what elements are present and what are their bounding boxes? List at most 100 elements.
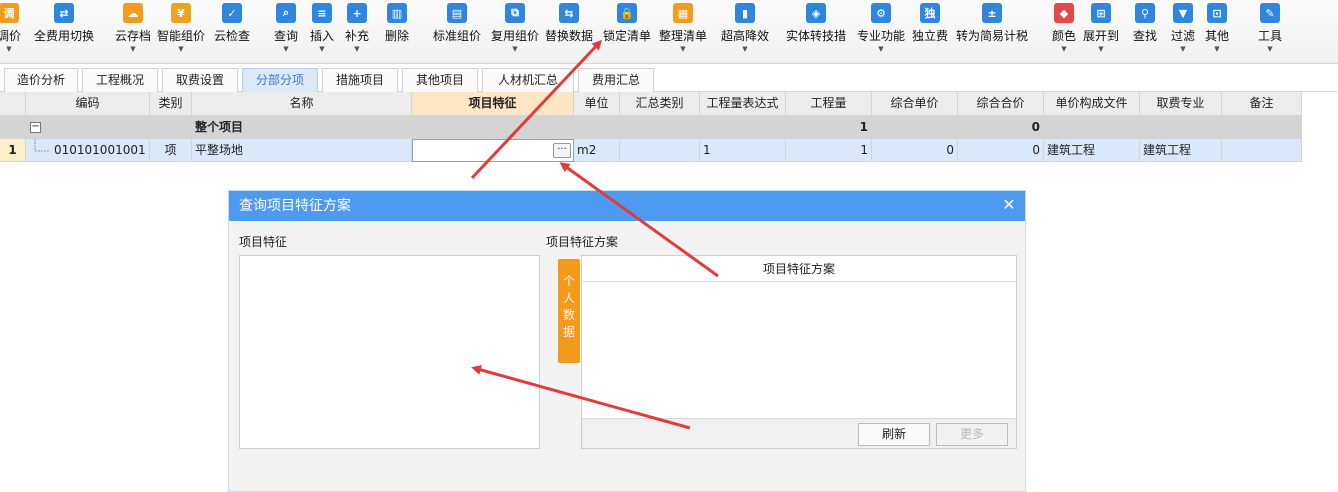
toolbar-button-other[interactable]: ⊡ 其他 ▼ (1202, 0, 1232, 62)
more-button[interactable]: 更多 (936, 423, 1008, 446)
chevron-down-icon[interactable]: ▼ (1180, 45, 1185, 53)
col-header-total-price[interactable]: 综合合价 (958, 92, 1044, 116)
toolbar-button-standard-pricing[interactable]: ▤ 标准组价 (430, 0, 484, 62)
cell-note[interactable] (1222, 139, 1302, 162)
toolbar-button-entity-convert[interactable]: ◈ 实体转技措 (784, 0, 848, 62)
chevron-down-icon[interactable]: ▼ (680, 45, 685, 53)
toolbar-button-expand-to[interactable]: ⊞ 展开到 ▼ (1080, 0, 1122, 62)
cell-category[interactable] (150, 116, 192, 139)
cell-note[interactable] (1222, 116, 1302, 139)
chevron-down-icon[interactable]: ▼ (283, 45, 288, 53)
collapse-icon[interactable]: − (30, 122, 41, 133)
cell-category[interactable]: 项 (150, 139, 192, 162)
cell-expression[interactable] (700, 116, 786, 139)
cell-name[interactable]: 整个项目 (192, 116, 412, 139)
cell-feature[interactable] (412, 116, 574, 139)
close-icon[interactable]: ✕ (1001, 197, 1017, 213)
col-header-code[interactable]: 编码 (26, 92, 150, 116)
cell-quantity[interactable]: 1 (786, 116, 872, 139)
toolbar-label: 其他 (1204, 29, 1229, 43)
chevron-down-icon[interactable]: ▼ (319, 45, 324, 53)
col-header-summary-category[interactable]: 汇总类别 (620, 92, 700, 116)
toolbar-label: 云检查 (213, 29, 250, 43)
cell-name[interactable]: 平整场地 (192, 139, 412, 162)
tab-fee-settings[interactable]: 取费设置 (162, 68, 238, 92)
col-header-note[interactable]: 备注 (1222, 92, 1302, 116)
tab-fee-summary[interactable]: 费用汇总 (578, 68, 654, 92)
toolbar-button-professional-function[interactable]: ⚙ 专业功能 ▼ (854, 0, 908, 62)
cell-fee-major[interactable]: 建筑工程 (1140, 139, 1222, 162)
chevron-down-icon[interactable]: ▼ (1061, 45, 1066, 53)
cell-quantity[interactable]: 1 (786, 139, 872, 162)
chevron-down-icon[interactable]: ▼ (742, 45, 747, 53)
toolbar-button-delete[interactable]: ▥ 删除 (380, 0, 414, 62)
col-header-fee-major[interactable]: 取费专业 (1140, 92, 1222, 116)
cell-summary[interactable] (620, 116, 700, 139)
chevron-down-icon[interactable]: ▼ (878, 45, 883, 53)
toolbar-button-cloud-check[interactable]: ✓ 云检查 (210, 0, 254, 62)
cell-price-file[interactable] (1044, 116, 1140, 139)
table-row[interactable]: − (26, 116, 150, 139)
cell-unit-price[interactable]: 0 (872, 139, 958, 162)
toolbar-button-replace-data[interactable]: ⇆ 替换数据 (542, 0, 596, 62)
cell-unit-price[interactable] (872, 116, 958, 139)
personal-data-tab[interactable]: 个人数据 (558, 259, 580, 363)
tab-cost-analysis[interactable]: 造价分析 (4, 68, 78, 92)
feature-edit-cell[interactable]: ··· (412, 139, 574, 162)
cell-price-file[interactable]: 建筑工程 (1044, 139, 1140, 162)
col-header-price-composition[interactable]: 单价构成文件 (1044, 92, 1140, 116)
toolbar-button-independent-fee[interactable]: 独独立费 (910, 0, 950, 62)
toolbar-button-supplement[interactable]: + 补充 ▼ (340, 0, 374, 62)
refresh-button[interactable]: 刷新 (858, 423, 930, 446)
tab-labor-material-summary[interactable]: 人材机汇总 (482, 68, 574, 92)
cell-total-price[interactable]: 0 (958, 139, 1044, 162)
toolbar-button-filter[interactable]: ▼ 过滤 ▼ (1168, 0, 1198, 62)
tab-measure-items[interactable]: 措施项目 (322, 68, 398, 92)
toolbar-button-insert[interactable]: ≡ 插入 ▼ (306, 0, 338, 62)
chevron-down-icon[interactable]: ▼ (1267, 45, 1272, 53)
scheme-list-footer: 刷新 更多 (582, 418, 1016, 448)
toolbar-label: 替换数据 (544, 29, 593, 43)
toolbar-button-lock-list[interactable]: 🔒 锁定清单 (600, 0, 654, 62)
chevron-down-icon[interactable]: ▼ (130, 45, 135, 53)
chevron-down-icon[interactable]: ▼ (6, 45, 11, 53)
toolbar-button-organize-list[interactable]: ▦ 整理清单 ▼ (656, 0, 710, 62)
col-header-category[interactable]: 类别 (150, 92, 192, 116)
tab-project-overview[interactable]: 工程概况 (82, 68, 158, 92)
toolbar-button-tools[interactable]: ✎ 工具 ▼ (1254, 0, 1286, 62)
chevron-down-icon[interactable]: ▼ (354, 45, 359, 53)
row-number[interactable] (0, 116, 26, 139)
cell-summary[interactable] (620, 139, 700, 162)
col-header-quantity-expression[interactable]: 工程量表达式 (700, 92, 786, 116)
feature-text-area[interactable] (239, 255, 540, 449)
col-header-unit[interactable]: 单位 (574, 92, 620, 116)
cell-expression[interactable]: 1 (700, 139, 786, 162)
toolbar-button-adjust-price[interactable]: 调调价 ▼ (0, 0, 24, 62)
toolbar-button-super-high[interactable]: ▮ 超高降效 ▼ (718, 0, 772, 62)
toolbar-button-cloud-archive[interactable]: ☁ 云存档 ▼ (112, 0, 154, 62)
col-header-quantity[interactable]: 工程量 (786, 92, 872, 116)
chevron-down-icon[interactable]: ▼ (512, 45, 517, 53)
toolbar-button-smart-pricing[interactable]: ¥ 智能组价 ▼ (154, 0, 208, 62)
chevron-down-icon[interactable]: ▼ (178, 45, 183, 53)
toolbar-button-color[interactable]: ◆ 颜色 ▼ (1048, 0, 1080, 62)
cell-unit[interactable] (574, 116, 620, 139)
chevron-down-icon[interactable]: ▼ (1214, 45, 1219, 53)
toolbar-button-query[interactable]: ⌕ 查询 ▼ (270, 0, 302, 62)
toolbar-button-reuse-pricing[interactable]: ⧉ 复用组价 ▼ (488, 0, 542, 62)
toolbar-button-full-cost-switch[interactable]: ⇄ 全费用切换 (32, 0, 96, 62)
cell-fee-major[interactable] (1140, 116, 1222, 139)
toolbar-button-find[interactable]: ⚲ 查找 (1128, 0, 1162, 62)
col-header-name[interactable]: 名称 (192, 92, 412, 116)
scheme-list[interactable]: 项目特征方案 刷新 更多 (581, 255, 1017, 449)
chevron-down-icon[interactable]: ▼ (1098, 45, 1103, 53)
toolbar-button-simple-tax[interactable]: ± 转为简易计税 (954, 0, 1030, 62)
col-header-unit-price[interactable]: 综合单价 (872, 92, 958, 116)
feature-browse-button[interactable]: ··· (553, 143, 571, 158)
row-number[interactable]: 1 (0, 139, 26, 162)
tab-other-items[interactable]: 其他项目 (402, 68, 478, 92)
cell-total-price[interactable]: 0 (958, 116, 1044, 139)
col-header-feature[interactable]: 项目特征 (412, 92, 574, 116)
tab-division-items[interactable]: 分部分项 (242, 68, 318, 92)
cell-unit[interactable]: m2 (574, 139, 620, 162)
